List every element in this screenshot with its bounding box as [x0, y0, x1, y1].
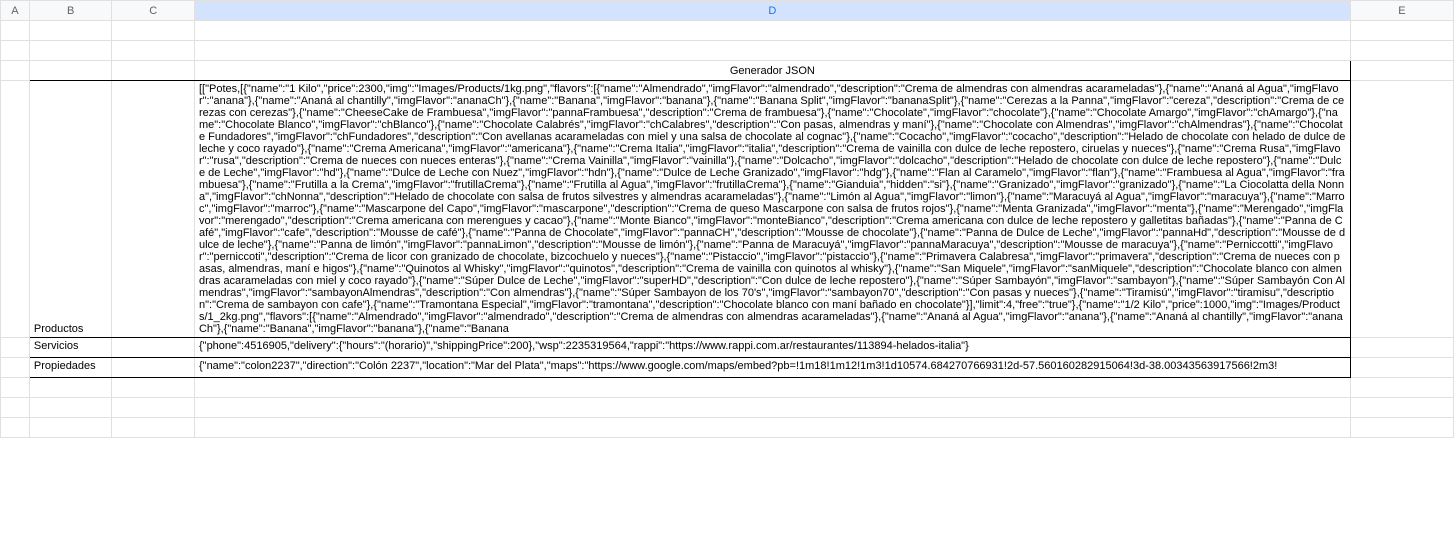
spreadsheet-grid[interactable]: A B C D E: [0, 0, 1454, 534]
cell[interactable]: [112, 358, 195, 378]
cell[interactable]: [1350, 61, 1453, 81]
cell[interactable]: [1, 338, 30, 358]
productos-label-cell[interactable]: Productos: [29, 81, 112, 338]
cell[interactable]: [194, 21, 1350, 41]
cell[interactable]: [194, 398, 1350, 418]
cell[interactable]: [1350, 81, 1453, 338]
col-header-a[interactable]: A: [1, 1, 30, 21]
cell[interactable]: [29, 41, 112, 61]
table-row[interactable]: [1, 21, 1454, 41]
table-row[interactable]: [1, 398, 1454, 418]
table-row[interactable]: [1, 418, 1454, 438]
servicios-data-cell[interactable]: {"phone":4516905,"delivery":{"hours":"(h…: [194, 338, 1350, 358]
cell[interactable]: [1, 418, 30, 438]
col-header-d[interactable]: D: [194, 1, 1350, 21]
table-row-productos[interactable]: Productos [["Potes,[{"name":"1 Kilo","pr…: [1, 81, 1454, 338]
cell[interactable]: [1350, 21, 1453, 41]
cell[interactable]: [112, 21, 195, 41]
cell[interactable]: [1, 81, 30, 338]
cell[interactable]: [1350, 358, 1453, 378]
table-row[interactable]: [1, 378, 1454, 398]
cell[interactable]: [112, 398, 195, 418]
generator-title-cell[interactable]: Generador JSON: [194, 61, 1350, 81]
propiedades-label-cell[interactable]: Propiedades: [29, 358, 112, 378]
cell[interactable]: [1, 378, 30, 398]
table-row-propiedades[interactable]: Propiedades {"name":"colon2237","directi…: [1, 358, 1454, 378]
cell[interactable]: [1, 21, 30, 41]
cell[interactable]: [1350, 41, 1453, 61]
cell[interactable]: [29, 418, 112, 438]
cell[interactable]: [194, 418, 1350, 438]
servicios-label-cell[interactable]: Servicios: [29, 338, 112, 358]
cell[interactable]: [194, 41, 1350, 61]
cell[interactable]: [1350, 338, 1453, 358]
cell[interactable]: [112, 338, 195, 358]
table-row[interactable]: [1, 41, 1454, 61]
grid-table[interactable]: A B C D E: [0, 0, 1454, 438]
cell[interactable]: [29, 21, 112, 41]
cell[interactable]: [112, 81, 195, 338]
cell[interactable]: [1, 398, 30, 418]
cell[interactable]: [1350, 398, 1453, 418]
productos-data-cell[interactable]: [["Potes,[{"name":"1 Kilo","price":2300,…: [194, 81, 1350, 338]
cell[interactable]: [1, 41, 30, 61]
cell[interactable]: [29, 61, 112, 81]
cell[interactable]: [1, 61, 30, 81]
cell[interactable]: [112, 378, 195, 398]
col-header-e[interactable]: E: [1350, 1, 1453, 21]
cell[interactable]: [112, 418, 195, 438]
cell[interactable]: [29, 378, 112, 398]
cell[interactable]: [29, 398, 112, 418]
table-row-servicios[interactable]: Servicios {"phone":4516905,"delivery":{"…: [1, 338, 1454, 358]
cell[interactable]: [194, 378, 1350, 398]
col-header-b[interactable]: B: [29, 1, 112, 21]
column-header-row: A B C D E: [1, 1, 1454, 21]
cell[interactable]: [112, 41, 195, 61]
col-header-c[interactable]: C: [112, 1, 195, 21]
cell[interactable]: [112, 61, 195, 81]
cell[interactable]: [1350, 418, 1453, 438]
propiedades-data-cell[interactable]: {"name":"colon2237","direction":"Colón 2…: [194, 358, 1350, 378]
cell[interactable]: [1350, 378, 1453, 398]
table-row-header[interactable]: Generador JSON: [1, 61, 1454, 81]
cell[interactable]: [1, 358, 30, 378]
